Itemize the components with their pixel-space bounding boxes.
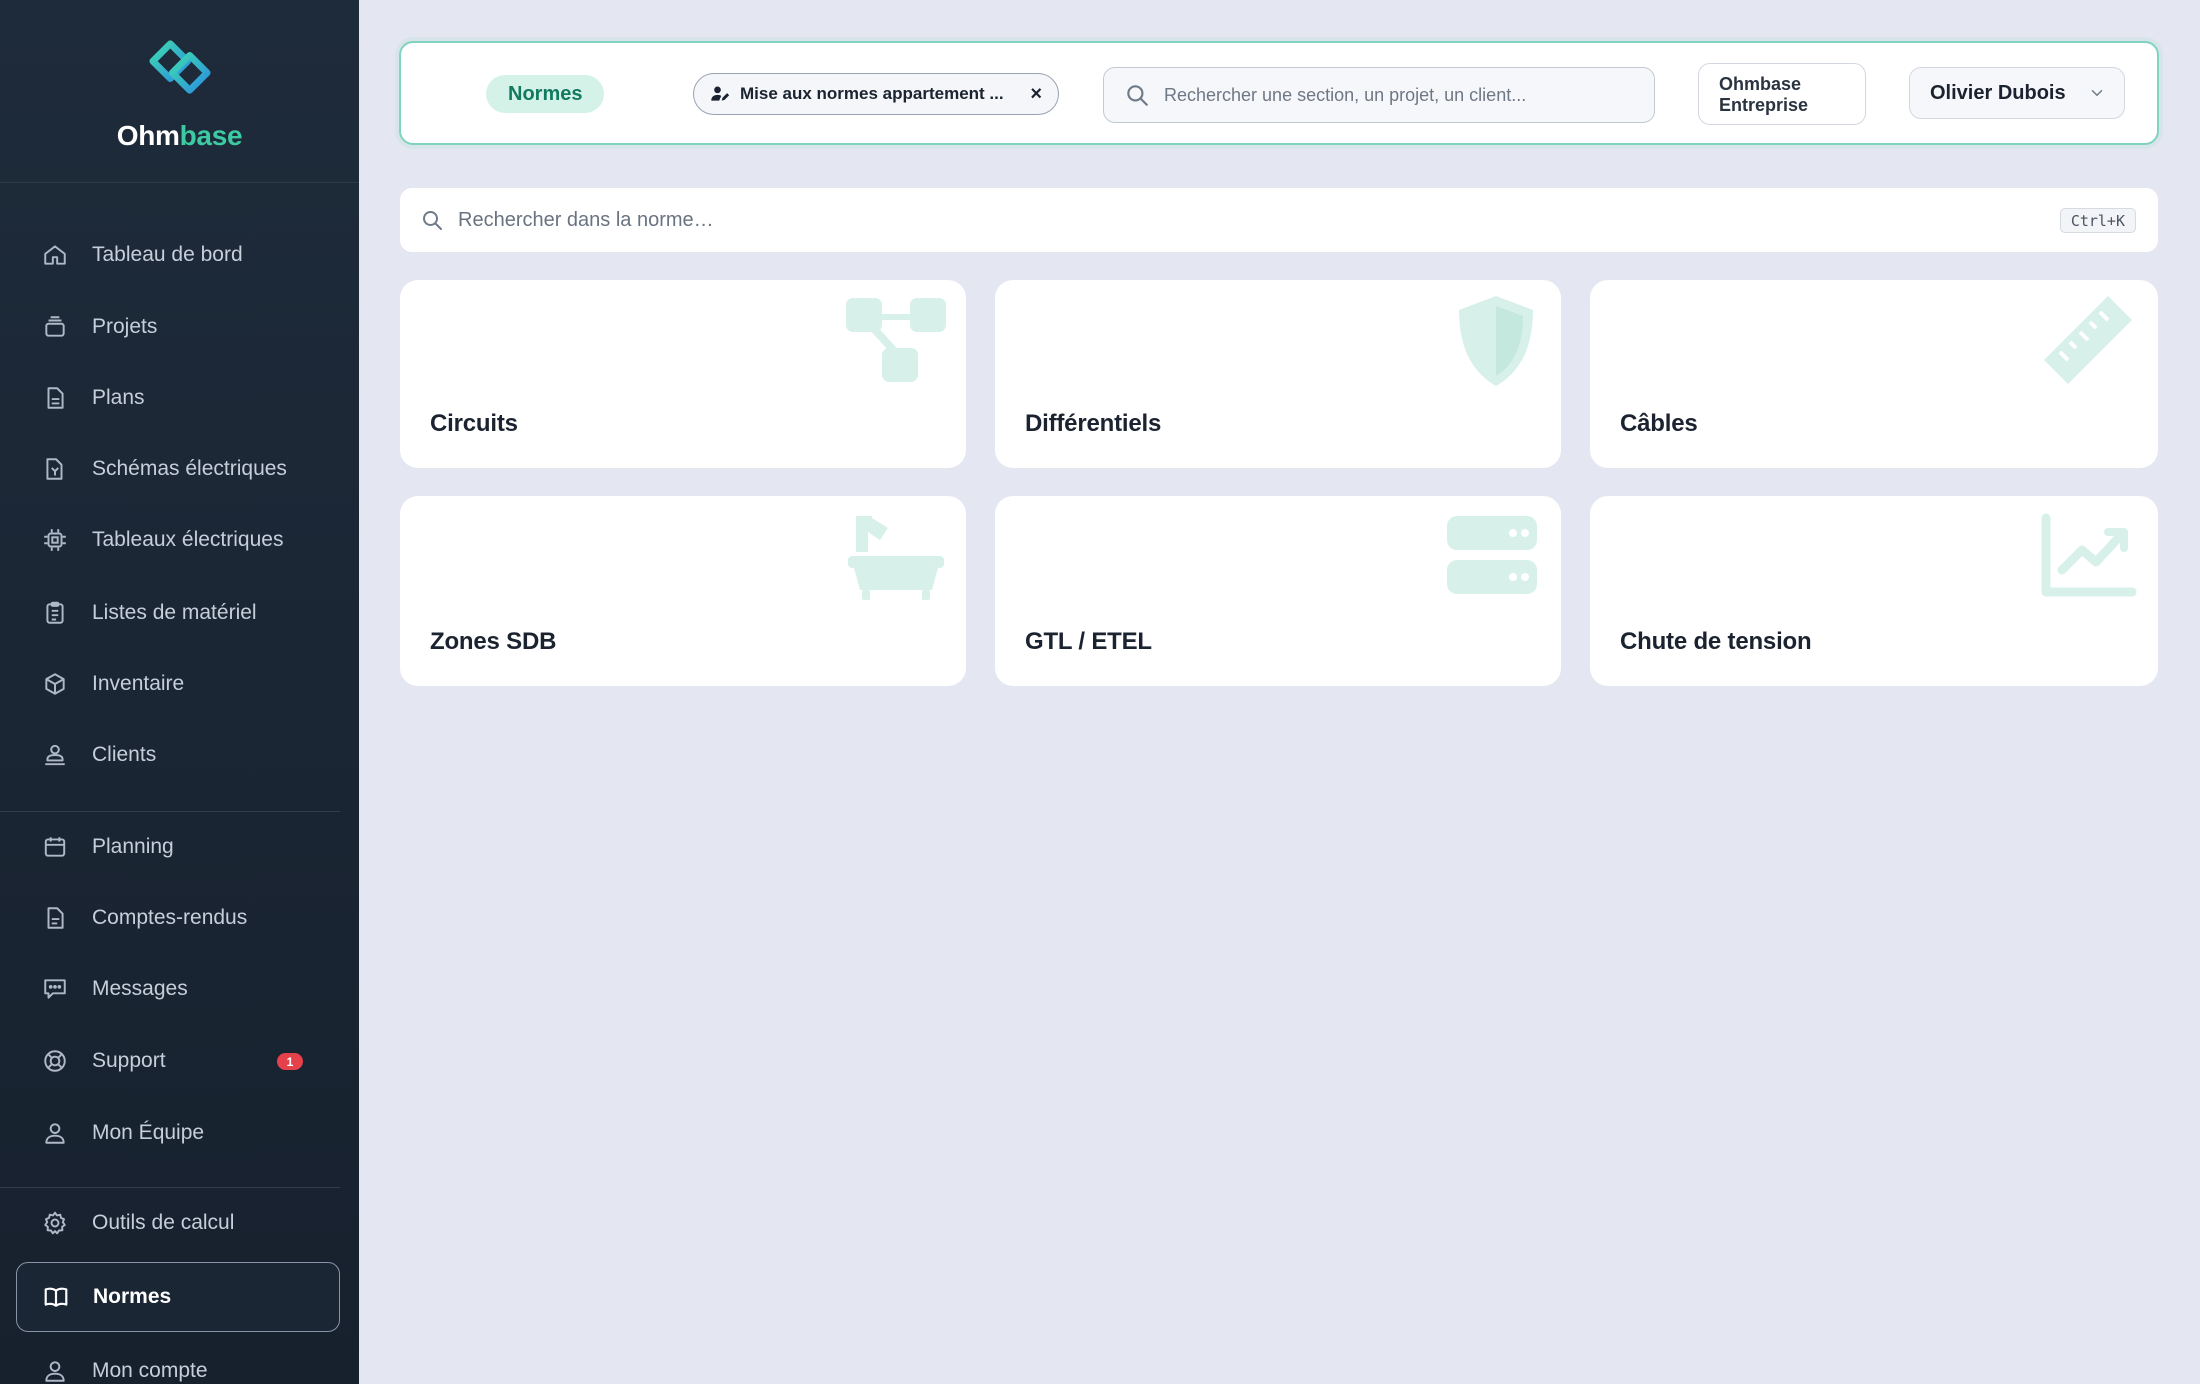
close-icon[interactable]: × — [1030, 83, 1042, 106]
brand: Ohmbase — [0, 0, 359, 183]
top-bar: Normes Mise aux normes appartement ... ×… — [399, 41, 2159, 145]
user-icon — [42, 1358, 68, 1384]
global-search[interactable] — [1103, 67, 1655, 123]
sidebar-item-planning[interactable]: Planning — [16, 814, 340, 880]
document-icon — [42, 385, 68, 411]
user-menu[interactable]: Olivier Dubois — [1909, 67, 2125, 119]
book-icon — [43, 1284, 69, 1310]
chat-icon — [42, 976, 68, 1002]
sidebar-divider — [0, 1187, 340, 1188]
user-name: Olivier Dubois — [1930, 81, 2066, 104]
sidebar-item-clients[interactable]: Clients — [16, 722, 340, 788]
server-icon — [1441, 512, 1541, 602]
chip-icon — [42, 527, 68, 553]
card-zones-sdb[interactable]: Zones SDB — [400, 496, 966, 686]
sidebar-item-label: Outils de calcul — [92, 1211, 235, 1234]
active-project-label: Mise aux normes appartement ... — [740, 84, 1004, 103]
card-title: Chute de tension — [1620, 628, 1812, 655]
user-edit-icon — [711, 86, 730, 101]
card-title: Câbles — [1620, 410, 1698, 437]
sidebar-item-label: Plans — [92, 386, 145, 409]
keyboard-shortcut-hint: Ctrl+K — [2059, 208, 2136, 233]
card-circuits[interactable]: Circuits — [400, 280, 966, 468]
brand-name: Ohmbase — [116, 120, 243, 151]
sidebar-item-plans[interactable]: Plans — [16, 365, 340, 431]
report-icon — [42, 905, 68, 931]
sidebar-item-label: Inventaire — [92, 672, 185, 695]
search-icon — [423, 211, 442, 230]
sidebar-item-label: Support — [92, 1049, 166, 1072]
folder-stack-icon — [42, 314, 68, 340]
chart-line-icon — [2038, 512, 2138, 602]
global-search-input[interactable] — [1164, 84, 1644, 106]
sidebar-item-panels[interactable]: Tableaux électriques — [16, 507, 340, 573]
organization-switcher[interactable]: Ohmbase Entreprise — [1698, 63, 1866, 125]
calendar-icon — [42, 834, 68, 860]
sidebar-item-label: Comptes-rendus — [92, 906, 248, 929]
sidebar-item-normes[interactable]: Normes — [16, 1262, 340, 1332]
sidebar-item-label: Normes — [93, 1285, 172, 1308]
sidebar-item-materials[interactable]: Listes de matériel — [16, 580, 340, 646]
sidebar-item-label: Planning — [92, 835, 174, 858]
sidebar-item-label: Tableau de bord — [92, 243, 243, 266]
section-pill[interactable]: Normes — [486, 75, 605, 113]
sidebar-item-label: Listes de matériel — [92, 601, 257, 624]
chevron-down-icon — [2091, 90, 2103, 96]
sidebar-item-label: Projets — [92, 315, 158, 338]
ruler-icon — [2038, 296, 2138, 386]
shield-icon — [1441, 296, 1541, 386]
card-cables[interactable]: Câbles — [1590, 280, 2158, 468]
sidebar-divider — [0, 811, 340, 812]
norm-search[interactable]: Ctrl+K — [400, 188, 2158, 252]
sidebar-item-inventory[interactable]: Inventaire — [16, 651, 340, 717]
sidebar-item-account[interactable]: Mon compte — [16, 1338, 340, 1384]
gear-icon — [42, 1210, 68, 1236]
client-icon — [42, 742, 68, 768]
card-gtl-etel[interactable]: GTL / ETEL — [995, 496, 1561, 686]
card-title: Différentiels — [1025, 410, 1162, 437]
sidebar-item-label: Clients — [92, 743, 157, 766]
sidebar-item-support[interactable]: Support 1 — [16, 1028, 340, 1094]
sidebar-item-label: Schémas électriques — [92, 457, 287, 480]
sidebar: Ohmbase Tableau de bord Projets Plans Sc… — [0, 0, 359, 1384]
schema-icon — [42, 456, 68, 482]
sidebar-item-messages[interactable]: Messages — [16, 956, 340, 1022]
bathtub-icon — [846, 512, 946, 602]
card-title: Circuits — [430, 410, 518, 437]
ohmbase-logo-icon — [148, 40, 211, 94]
team-icon — [42, 1120, 68, 1146]
sidebar-item-schemas[interactable]: Schémas électriques — [16, 436, 340, 502]
sidebar-item-reports[interactable]: Comptes-rendus — [16, 885, 340, 951]
sidebar-item-label: Mon Équipe — [92, 1121, 205, 1144]
clipboard-icon — [42, 600, 68, 626]
card-title: GTL / ETEL — [1025, 628, 1152, 655]
search-icon — [1127, 85, 1148, 106]
card-differentiels[interactable]: Différentiels — [995, 280, 1561, 468]
org-plan: Entreprise — [1719, 95, 1809, 115]
lifebuoy-icon — [42, 1048, 68, 1074]
sidebar-item-projects[interactable]: Projets — [16, 294, 340, 360]
norm-search-input[interactable] — [458, 208, 1958, 232]
card-title: Zones SDB — [430, 628, 557, 655]
sidebar-item-dashboard[interactable]: Tableau de bord — [16, 222, 340, 288]
sidebar-item-label: Messages — [92, 977, 188, 1000]
support-badge: 1 — [277, 1053, 303, 1070]
sidebar-item-tools[interactable]: Outils de calcul — [16, 1190, 340, 1256]
org-name: Ohmbase — [1719, 74, 1802, 94]
home-icon — [42, 242, 68, 268]
active-project-chip[interactable]: Mise aux normes appartement ... × — [693, 73, 1059, 115]
circuit-tree-icon — [846, 296, 946, 386]
sidebar-item-label: Mon compte — [92, 1359, 208, 1382]
sidebar-item-team[interactable]: Mon Équipe — [16, 1100, 340, 1166]
sidebar-item-label: Tableaux électriques — [92, 528, 284, 551]
cube-icon — [42, 671, 68, 697]
card-chute-de-tension[interactable]: Chute de tension — [1590, 496, 2158, 686]
